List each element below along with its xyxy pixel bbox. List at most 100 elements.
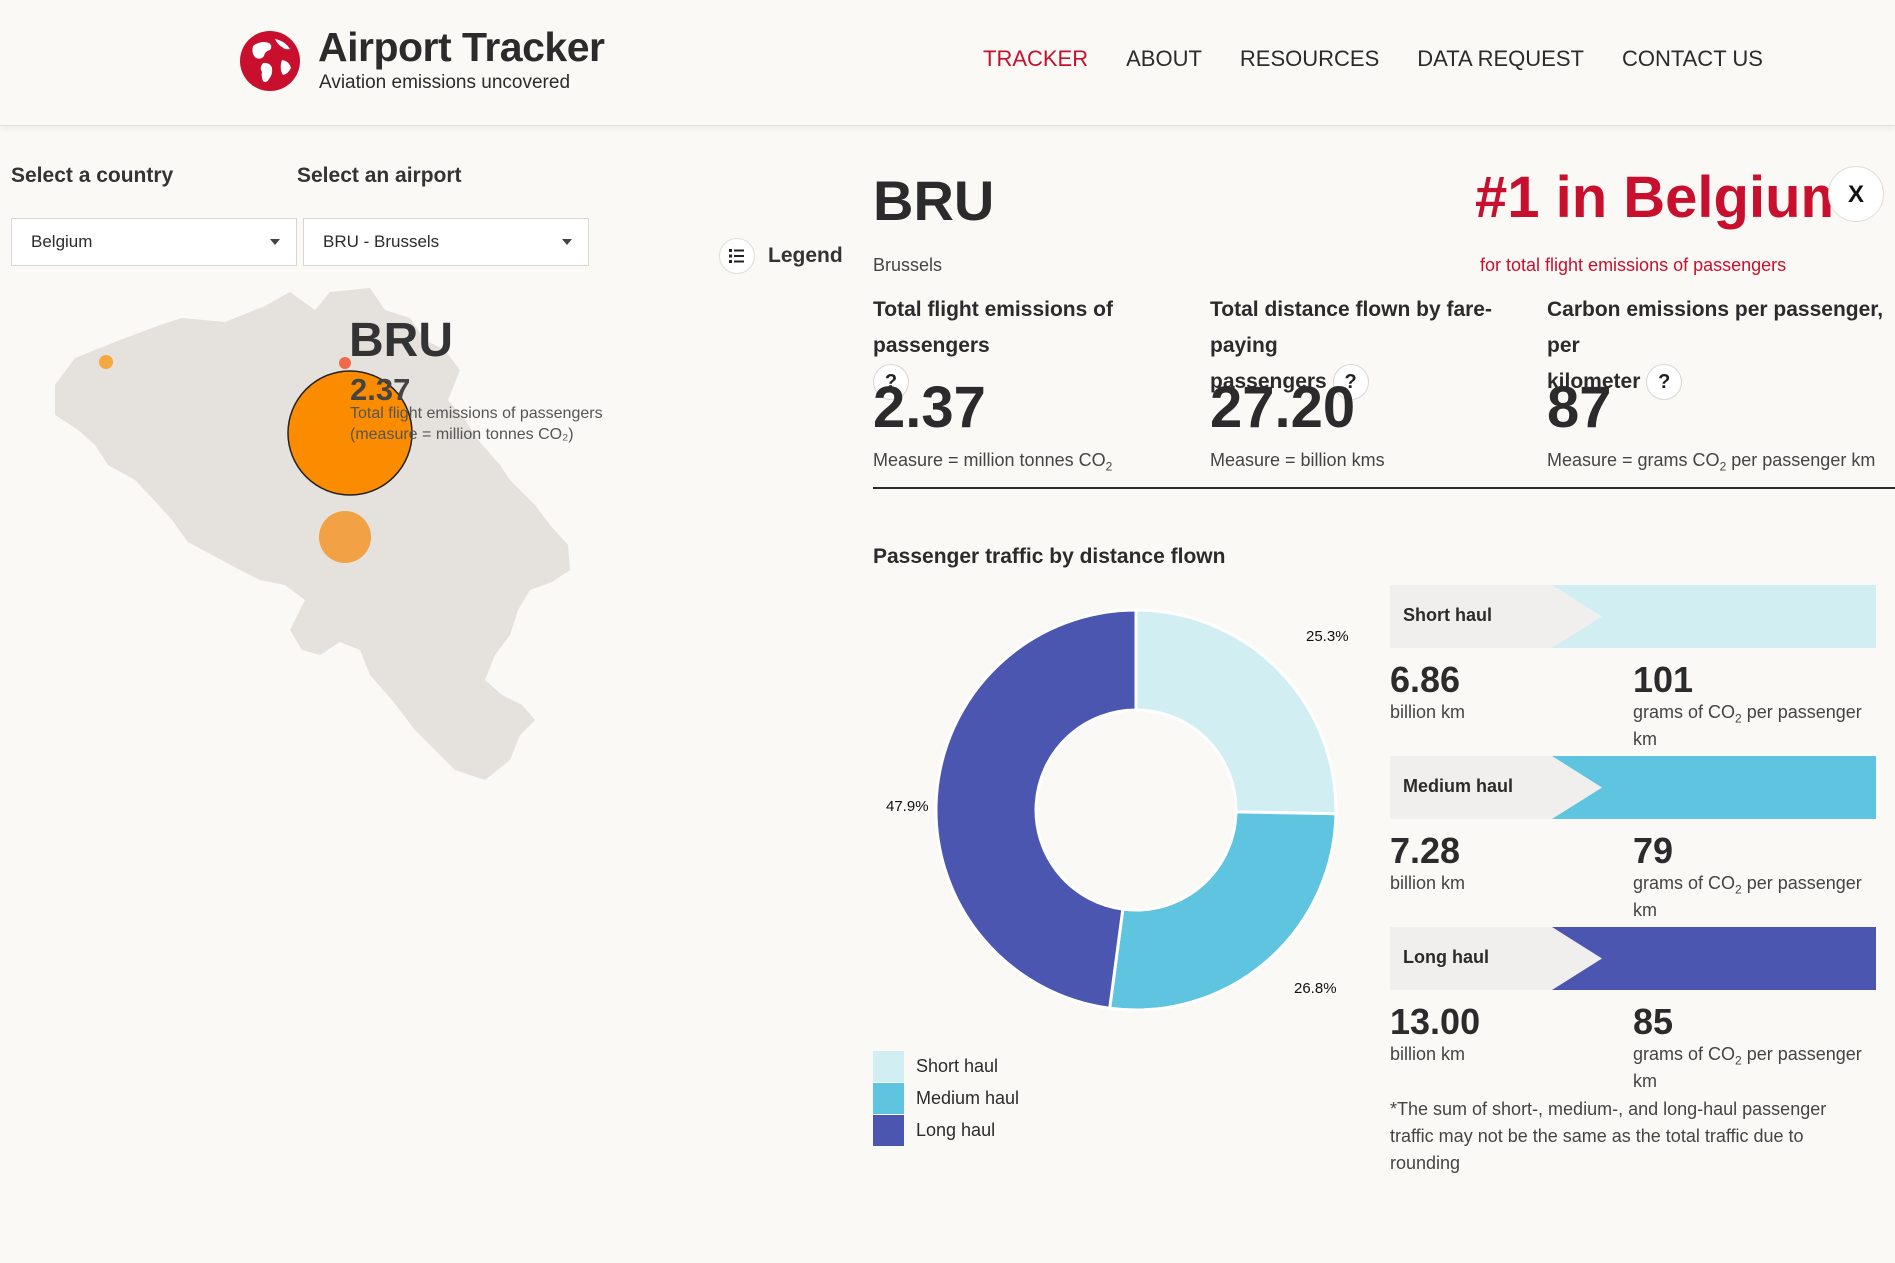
unit-sub: 2 — [1735, 1053, 1742, 1068]
donut-legend: Short haul Medium haul Long haul — [873, 1051, 1019, 1147]
legend-item-label: Long haul — [916, 1120, 996, 1140]
list-icon — [719, 238, 755, 274]
nav-tracker[interactable]: TRACKER — [983, 46, 1088, 72]
chevron-down-icon — [562, 239, 572, 245]
haul-header: Short haul — [1390, 585, 1876, 648]
unit-text: km — [1633, 1070, 1657, 1091]
legend-button[interactable]: Legend — [719, 238, 843, 274]
belgium-shape — [55, 288, 570, 780]
close-button[interactable]: X — [1828, 166, 1884, 222]
haul-distance-value: 7.28 — [1390, 830, 1461, 871]
metric-label-text: Total flight emissions of passengers — [873, 298, 1113, 357]
metric-carbon-per-passenger: Carbon emissions per passenger, per kilo… — [1547, 292, 1892, 474]
country-select-label: Select a country — [11, 164, 174, 187]
map-airport-desc: Total flight emissions of passengers (me… — [350, 403, 603, 445]
unit-text: grams of CO — [1633, 702, 1736, 722]
haul-intensity-value: 79 — [1633, 830, 1674, 871]
metric-value: 27.20 — [1210, 375, 1356, 440]
airport-rank: #1 in Belgium — [1475, 165, 1853, 230]
nav-data-request[interactable]: DATA REQUEST — [1417, 46, 1584, 72]
unit-text: per passenger — [1741, 873, 1862, 893]
nav-resources[interactable]: RESOURCES — [1240, 46, 1379, 72]
metric-measure-text: Measure = billion kms — [1210, 450, 1385, 470]
brand-subtitle: Aviation emissions uncovered — [319, 72, 571, 93]
unit-text: grams of CO — [1633, 1044, 1736, 1064]
airport-rank-sub: for total flight emissions of passengers — [1480, 255, 1787, 275]
traffic-footnote: *The sum of short-, medium-, and long-ha… — [1390, 1099, 1827, 1173]
country-select-value: Belgium — [31, 232, 93, 251]
legend-item-label: Medium haul — [916, 1088, 1020, 1108]
unit-text: per passenger — [1741, 702, 1862, 722]
map-airport-code: BRU — [349, 314, 453, 367]
metric-measure-text: Measure = million tonnes CO — [873, 450, 1106, 470]
haul-intensity-unit: grams of CO2 per passenger km — [1633, 702, 1862, 749]
section-divider — [873, 487, 1895, 489]
airport-code-title: BRU — [873, 169, 995, 232]
haul-card-medium: Medium haul 7.28 billion km 79 grams of … — [1390, 756, 1876, 926]
metric-label-text: Carbon emissions per passenger, per — [1547, 298, 1884, 357]
metric-total-emissions: Total flight emissions of passengers ? 2… — [873, 292, 1203, 474]
metric-value: 2.37 — [873, 375, 986, 440]
unit-text: km — [1633, 728, 1657, 749]
airport-select[interactable]: BRU - Brussels — [303, 218, 589, 266]
nav-about[interactable]: ABOUT — [1126, 46, 1202, 72]
legend-swatch — [873, 1083, 904, 1114]
haul-distance-value: 13.00 — [1390, 1001, 1481, 1042]
haul-header: Medium haul — [1390, 756, 1876, 819]
haul-intensity-unit: grams of CO2 per passenger km — [1633, 873, 1862, 920]
haul-card-long: Long haul 13.00 billion km 85 grams of C… — [1390, 927, 1876, 1097]
unit-text: grams of CO — [1633, 873, 1736, 893]
donut-label-medium-haul: 26.8% — [1294, 980, 1337, 997]
metric-measure-sub: 2 — [1105, 459, 1113, 474]
donut-slice-long-haul[interactable] — [934, 608, 1138, 1010]
airport-select-value: BRU - Brussels — [323, 232, 440, 251]
site-header: Airport Tracker Aviation emissions uncov… — [0, 0, 1895, 126]
haul-header: Long haul — [1390, 927, 1876, 990]
unit-sub: 2 — [1735, 882, 1742, 897]
legend-item-medium-haul: Medium haul — [873, 1083, 1019, 1114]
metric-value: 87 — [1547, 375, 1612, 440]
unit-text: km — [1633, 899, 1657, 920]
chevron-down-icon — [270, 239, 280, 245]
legend-swatch — [873, 1115, 904, 1146]
nav-contact-us[interactable]: CONTACT US — [1622, 46, 1763, 72]
legend-item-long-haul: Long haul — [873, 1115, 1019, 1146]
airport-marker-crl[interactable] — [319, 511, 371, 563]
metric-label-text: Total distance flown by fare-paying — [1210, 298, 1492, 357]
haul-intensity-value: 85 — [1633, 1001, 1674, 1042]
map-desc-line2: (measure = million tonnes CO₂) — [350, 426, 574, 443]
metric-measure: Measure = grams CO2 per passenger km — [1547, 450, 1875, 474]
map-desc-line1: Total flight emissions of passengers — [350, 405, 603, 422]
haul-distance-unit: billion km — [1390, 1044, 1466, 1064]
haul-card-short: Short haul 6.86 billion km 101 grams of … — [1390, 585, 1876, 755]
haul-name: Medium haul — [1403, 776, 1514, 796]
haul-distance-unit: billion km — [1390, 702, 1466, 722]
legend-swatch — [873, 1051, 904, 1082]
metric-measure: Measure = million tonnes CO2 — [873, 450, 1112, 474]
traffic-donut-chart — [934, 608, 1338, 1012]
country-select[interactable]: Belgium — [11, 218, 297, 266]
haul-name: Short haul — [1403, 605, 1492, 625]
haul-distance-unit: billion km — [1390, 873, 1466, 893]
airport-select-label: Select an airport — [297, 164, 462, 187]
metric-total-distance: Total distance flown by fare-paying pass… — [1210, 292, 1540, 470]
legend-item-short-haul: Short haul — [873, 1051, 1019, 1082]
haul-name: Long haul — [1403, 947, 1489, 967]
metric-measure: Measure = billion kms — [1210, 450, 1385, 471]
airport-marker-ost[interactable] — [99, 355, 113, 369]
haul-distance-value: 6.86 — [1390, 659, 1461, 700]
donut-label-short-haul: 25.3% — [1306, 628, 1349, 645]
brand-title[interactable]: Airport Tracker — [318, 24, 605, 71]
help-button[interactable]: ? — [1646, 364, 1683, 401]
legend-item-label: Short haul — [916, 1056, 999, 1076]
metric-measure-text: Measure = grams CO — [1547, 450, 1720, 470]
unit-sub: 2 — [1735, 711, 1742, 726]
donut-label-long-haul: 47.9% — [886, 798, 929, 815]
haul-intensity-value: 101 — [1633, 659, 1694, 700]
main-nav: TRACKER ABOUT RESOURCES DATA REQUEST CON… — [983, 46, 1801, 72]
metric-measure-text: per passenger km — [1726, 450, 1876, 470]
traffic-section-title: Passenger traffic by distance flown — [873, 545, 1226, 568]
haul-intensity-unit: grams of CO2 per passenger km — [1633, 1044, 1862, 1091]
globe-logo-icon[interactable] — [239, 30, 301, 92]
unit-text: per passenger — [1741, 1044, 1862, 1064]
